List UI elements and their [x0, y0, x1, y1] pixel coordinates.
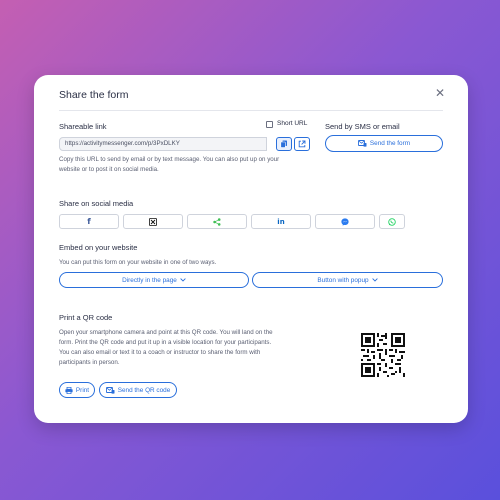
embed-description: You can put this form on your website in…: [59, 259, 217, 266]
whatsapp-share-button[interactable]: [379, 214, 405, 229]
send-qr-label: Send the QR code: [117, 386, 171, 394]
whatsapp-icon: [388, 217, 396, 226]
qr-code-image: [361, 333, 405, 377]
print-button[interactable]: Print: [59, 382, 95, 398]
chevron-down-icon: [371, 278, 378, 282]
send-qr-icon: [105, 386, 115, 394]
linkedin-share-button[interactable]: in: [251, 214, 311, 229]
facebook-icon: f: [87, 217, 91, 226]
facebook-share-button[interactable]: f: [59, 214, 119, 229]
generic-share-button[interactable]: [187, 214, 247, 229]
send-form-button[interactable]: Send the form: [325, 135, 443, 152]
qr-heading: Print a QR code: [59, 313, 113, 322]
printer-icon: [65, 386, 73, 394]
modal-header: Share the form ✕: [34, 75, 468, 111]
open-link-button[interactable]: [294, 137, 310, 151]
copy-button[interactable]: [276, 137, 292, 151]
messenger-share-button[interactable]: [315, 214, 375, 229]
qr-text-3: You can also email or text it to a coach…: [59, 349, 261, 356]
shareable-link-help-2: website or to post it on social media.: [59, 166, 159, 173]
qr-text-4: participants in person.: [59, 359, 120, 366]
short-url-checkbox[interactable]: [266, 121, 273, 128]
embed-directly-button[interactable]: Directly in the page: [59, 272, 249, 288]
sms-email-heading: Send by SMS or email: [325, 122, 400, 131]
send-qr-button[interactable]: Send the QR code: [99, 382, 177, 398]
shareable-link-input[interactable]: https://activitymessenger.com/p/3PxDLKY: [59, 137, 267, 151]
shareable-link-help-1: Copy this URL to send by email or by tex…: [59, 156, 280, 163]
embed-popup-button[interactable]: Button with popup: [252, 272, 443, 288]
x-share-button[interactable]: [123, 214, 183, 229]
short-url-label: Short URL: [277, 120, 308, 127]
messenger-icon: [341, 217, 349, 226]
embed-heading: Embed on your website: [59, 243, 138, 252]
social-heading: Share on social media: [59, 199, 134, 208]
x-icon: [149, 217, 157, 226]
linkedin-icon: in: [277, 217, 285, 226]
qr-text-1: Open your smartphone camera and point at…: [59, 329, 273, 336]
modal-title: Share the form: [59, 89, 129, 101]
embed-directly-label: Directly in the page: [122, 276, 177, 284]
share-icon: [213, 217, 221, 226]
embed-popup-label: Button with popup: [317, 276, 369, 284]
close-icon[interactable]: ✕: [434, 87, 446, 99]
send-form-icon: [357, 140, 367, 147]
copy-icon: [280, 140, 287, 148]
print-label: Print: [75, 386, 90, 394]
chevron-down-icon: [180, 278, 186, 282]
share-form-modal: Share the form ✕ Shareable link Short UR…: [34, 75, 468, 423]
shareable-link-heading: Shareable link: [59, 122, 107, 131]
external-link-icon: [298, 140, 306, 148]
header-divider: [59, 110, 443, 111]
qr-text-2: form. Print the QR code and put it up in…: [59, 339, 272, 346]
send-form-label: Send the form: [369, 140, 411, 147]
